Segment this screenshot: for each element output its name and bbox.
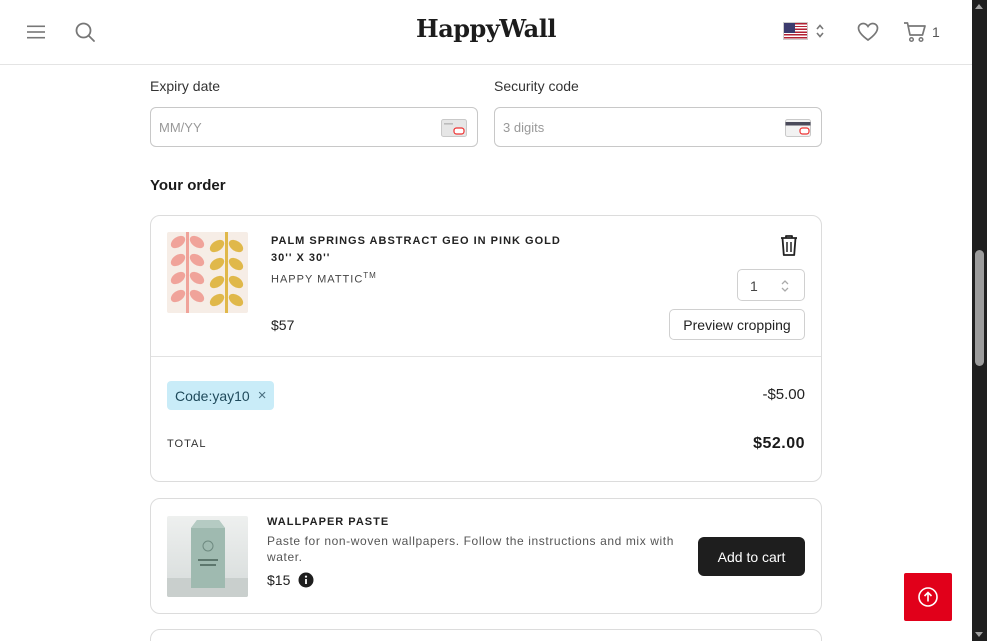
product-size: 30'' X 30'': [271, 252, 331, 264]
paste-name: WALLPAPER PASTE: [267, 516, 390, 528]
upsell-card: WALLPAPER PASTE Paste for non-woven wall…: [150, 498, 822, 614]
paste-price: $15: [267, 572, 291, 588]
product-name[interactable]: PALM SPRINGS ABSTRACT GEO IN PINK GOLD: [271, 233, 561, 250]
scroll-thumb[interactable]: [975, 250, 984, 366]
product-thumbnail[interactable]: [167, 232, 248, 313]
cart-count-badge: 1: [932, 24, 940, 40]
arrow-up-icon: [918, 587, 938, 607]
trash-icon[interactable]: [778, 233, 800, 257]
card-icon: [441, 119, 467, 137]
expiry-field-box: [150, 107, 478, 147]
divider: [151, 356, 821, 357]
security-label: Security code: [494, 78, 579, 94]
security-code-input[interactable]: [495, 108, 755, 146]
quantity-stepper[interactable]: 1: [737, 269, 805, 301]
menu-icon[interactable]: [24, 20, 48, 44]
discount-amount: -$5.00: [762, 386, 805, 403]
product-price: $57: [271, 317, 295, 333]
search-icon[interactable]: [72, 19, 98, 45]
quantity-value: 1: [750, 278, 758, 294]
back-to-top-button[interactable]: [904, 573, 952, 621]
country-selector[interactable]: [783, 22, 825, 40]
scroll-down-arrow-icon[interactable]: [975, 632, 983, 637]
order-card: PALM SPRINGS ABSTRACT GEO IN PINK GOLD 3…: [150, 215, 822, 482]
order-section-title: Your order: [150, 177, 226, 194]
discount-code-label: Code:yay10: [175, 387, 250, 404]
security-field-box: [494, 107, 822, 147]
heart-icon[interactable]: [855, 19, 881, 45]
total-value: $52.00: [753, 435, 805, 452]
trademark-mark: TM: [363, 271, 377, 280]
next-upsell-card: [150, 629, 822, 641]
product-brand: HAPPY MATTICTM: [271, 271, 377, 286]
remove-code-button[interactable]: ×: [258, 387, 267, 404]
info-icon[interactable]: [298, 572, 314, 588]
expiry-label: Expiry date: [150, 78, 221, 94]
total-label: TOTAL: [167, 438, 207, 450]
site-header: HappyWall 1: [0, 0, 972, 65]
paste-thumbnail: [167, 516, 248, 597]
stepper-arrows-icon[interactable]: [780, 278, 790, 294]
expiry-input[interactable]: [151, 108, 411, 146]
preview-cropping-button[interactable]: Preview cropping: [669, 309, 805, 340]
discount-code-chip: Code:yay10 ×: [167, 381, 275, 410]
chevron-updown-icon: [816, 24, 824, 38]
page-scrollbar[interactable]: [972, 0, 987, 641]
brand-name: HAPPY MATTIC: [271, 273, 364, 286]
paste-description: Paste for non-woven wallpapers. Follow t…: [267, 534, 674, 564]
card-back-icon: [785, 119, 811, 137]
add-to-cart-button[interactable]: Add to cart: [698, 537, 805, 576]
cart-icon[interactable]: [902, 19, 928, 45]
product-name-block: PALM SPRINGS ABSTRACT GEO IN PINK GOLD 3…: [271, 233, 561, 267]
us-flag-icon: [783, 22, 808, 40]
scroll-up-arrow-icon[interactable]: [975, 4, 983, 9]
site-logo[interactable]: HappyWall: [416, 14, 556, 43]
